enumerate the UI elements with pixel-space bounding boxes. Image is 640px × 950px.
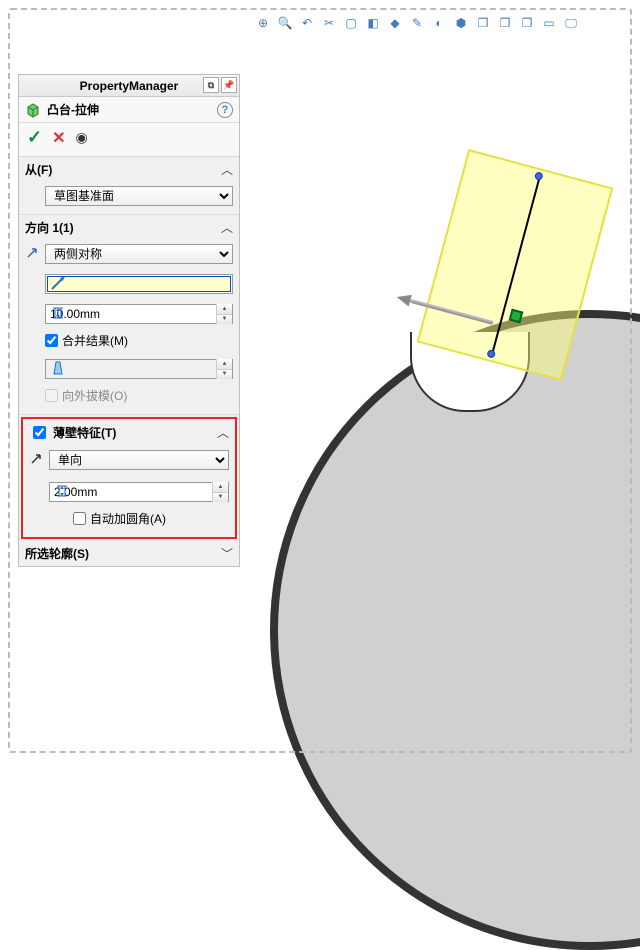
hide-show-icon[interactable]: ◆ bbox=[386, 14, 404, 32]
collapse-icon: ︿ bbox=[221, 219, 233, 236]
view-settings-icon[interactable]: ⬢ bbox=[452, 14, 470, 32]
direction1-section: 方向 1(1) ︿ 两侧对称 10.00mm ▲▼ bbox=[19, 215, 239, 415]
draft-icon[interactable] bbox=[49, 359, 67, 377]
selected-contours-header[interactable]: 所选轮廓(S) ﹀ bbox=[19, 541, 239, 566]
from-section-header[interactable]: 从(F) ︿ bbox=[19, 157, 239, 182]
view-orientation-icon[interactable]: ▢ bbox=[342, 14, 360, 32]
cancel-button[interactable]: ✕ bbox=[52, 128, 65, 148]
draft-angle-input[interactable]: ▲▼ bbox=[45, 359, 233, 379]
draft-spinner[interactable]: ▲▼ bbox=[216, 359, 232, 379]
depth-icon bbox=[49, 304, 67, 322]
apply-scene-icon[interactable]: ◐ bbox=[430, 14, 448, 32]
pm-title: PropertyManager bbox=[80, 79, 179, 93]
from-section: 从(F) ︿ 草图基准面 bbox=[19, 157, 239, 215]
thickness-spinner[interactable]: ▲▼ bbox=[212, 482, 228, 502]
zoom-area-icon[interactable]: 🔍 bbox=[276, 14, 294, 32]
thin-feature-header[interactable]: 薄壁特征(T) ︿ bbox=[23, 419, 235, 446]
ok-button[interactable]: ✓ bbox=[27, 127, 42, 148]
merge-result-checkbox[interactable] bbox=[45, 334, 58, 347]
thin-feature-highlight: 薄壁特征(T) ︿ 单向 2.00mm ▲▼ 自动加圆角(A) bbox=[21, 417, 237, 539]
thickness-icon bbox=[53, 482, 71, 500]
reverse-direction-icon[interactable] bbox=[23, 244, 41, 262]
property-manager-panel: PropertyManager ⧉ 📌 凸台-拉伸 ? ✓ ✕ ◉ 从(F) ︿… bbox=[18, 74, 240, 567]
section-view-icon[interactable]: ✂ bbox=[320, 14, 338, 32]
depth-input[interactable]: 10.00mm ▲▼ bbox=[45, 304, 233, 324]
thin-type-dropdown[interactable]: 单向 bbox=[49, 450, 229, 470]
thin-reverse-icon[interactable] bbox=[27, 450, 45, 468]
render-icon[interactable]: ▭ bbox=[540, 14, 558, 32]
collapse-icon: ︿ bbox=[217, 424, 229, 441]
pm-header: PropertyManager ⧉ 📌 bbox=[19, 75, 239, 97]
thin-feature-section: 薄壁特征(T) ︿ 单向 2.00mm ▲▼ 自动加圆角(A) bbox=[23, 419, 235, 537]
previous-view-icon[interactable]: ↶ bbox=[298, 14, 316, 32]
feature-title: 凸台-拉伸 bbox=[47, 101, 99, 118]
heads-up-view-toolbar: ⊕ 🔍 ↶ ✂ ▢ ◧ ◆ ✎ ◐ ⬢ ❒ ❒ ❒ ▭ 🖵 bbox=[254, 14, 580, 32]
direction-selection-box[interactable] bbox=[45, 274, 233, 294]
view-cube-icon[interactable]: ❒ bbox=[474, 14, 492, 32]
draft-outward-checkbox bbox=[45, 389, 58, 402]
pm-pushpin-button[interactable]: 📌 bbox=[221, 77, 237, 93]
end-condition-dropdown[interactable]: 两侧对称 bbox=[45, 244, 233, 264]
detailed-preview-button[interactable]: ◉ bbox=[76, 129, 88, 146]
feature-title-row: 凸台-拉伸 ? bbox=[19, 97, 239, 123]
auto-fillet-checkbox[interactable] bbox=[73, 512, 86, 525]
display-style-icon[interactable]: ◧ bbox=[364, 14, 382, 32]
fullscreen-icon[interactable]: 🖵 bbox=[562, 14, 580, 32]
selected-contours-section: 所选轮廓(S) ﹀ bbox=[19, 541, 239, 566]
help-button[interactable]: ? bbox=[217, 102, 233, 118]
boss-extrude-icon bbox=[25, 102, 41, 118]
auto-fillet-checkbox-row[interactable]: 自动加圆角(A) bbox=[73, 508, 229, 529]
pm-keep-visible-button[interactable]: ⧉ bbox=[203, 77, 219, 93]
direction1-header[interactable]: 方向 1(1) ︿ bbox=[19, 215, 239, 240]
collapse-icon: ︿ bbox=[221, 161, 233, 178]
view-cube3-icon[interactable]: ❒ bbox=[518, 14, 536, 32]
pm-actions: ✓ ✕ ◉ bbox=[19, 123, 239, 157]
direction-vector-icon[interactable] bbox=[49, 274, 67, 292]
edit-appearance-icon[interactable]: ✎ bbox=[408, 14, 426, 32]
draft-outward-checkbox-row: 向外拔模(O) bbox=[45, 385, 233, 406]
from-dropdown[interactable]: 草图基准面 bbox=[45, 186, 233, 206]
merge-result-checkbox-row[interactable]: 合并结果(M) bbox=[45, 330, 233, 351]
thickness-input[interactable]: 2.00mm ▲▼ bbox=[49, 482, 229, 502]
expand-icon: ﹀ bbox=[221, 545, 233, 562]
thin-feature-enable-checkbox[interactable] bbox=[33, 426, 46, 439]
zoom-fit-icon[interactable]: ⊕ bbox=[254, 14, 272, 32]
depth-spinner[interactable]: ▲▼ bbox=[216, 304, 232, 324]
view-cube2-icon[interactable]: ❒ bbox=[496, 14, 514, 32]
